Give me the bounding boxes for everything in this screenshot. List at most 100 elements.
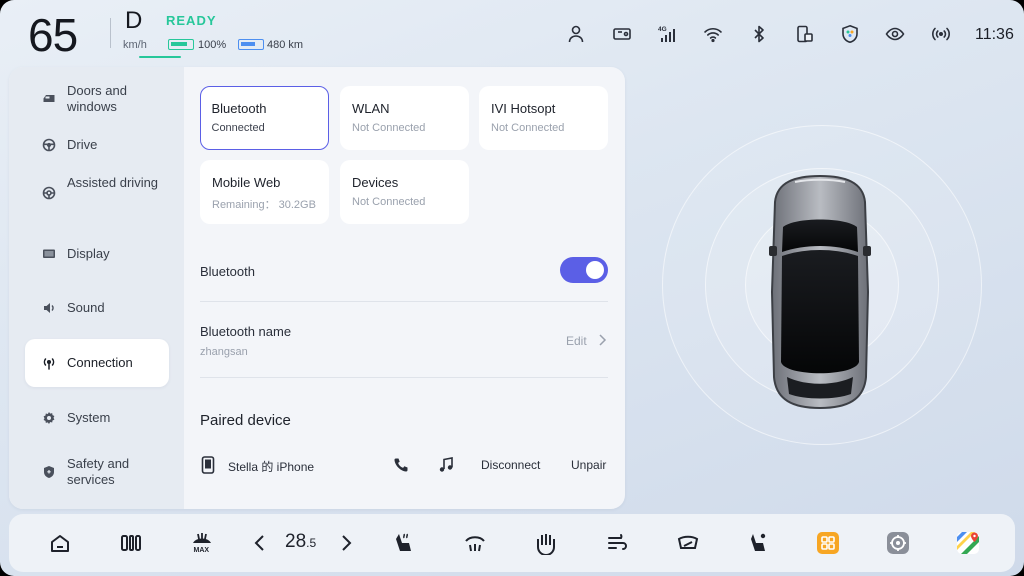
bluetooth-toggle[interactable] (560, 257, 608, 283)
disconnect-button[interactable]: Disconnect (481, 458, 540, 472)
range-icon (238, 39, 264, 50)
tile-title: Mobile Web (212, 175, 281, 190)
tile-title: Bluetooth (211, 100, 267, 116)
person-icon[interactable] (564, 22, 588, 46)
divider (200, 301, 608, 302)
sidebar-item-label: Display (67, 246, 110, 261)
battery-level: 100% (198, 39, 227, 51)
air-recirculation-button[interactable] (604, 530, 630, 556)
bottom-dock: MAX 28.5 (9, 514, 1015, 572)
gear-indicator: D (125, 7, 143, 34)
shield-icon[interactable] (838, 22, 862, 46)
home-button[interactable] (47, 530, 73, 556)
tile-wlan[interactable]: WLAN Not Connected (340, 86, 469, 150)
range-readout: 480 km (267, 39, 304, 51)
split-screen-button[interactable] (118, 530, 144, 556)
unpair-button[interactable]: Unpair (571, 458, 606, 472)
wifi-icon[interactable] (701, 22, 725, 46)
front-defrost-button[interactable] (462, 530, 488, 556)
wiper-button[interactable] (675, 530, 701, 556)
sidebar-item-label: Doors and windows (67, 83, 127, 114)
eye-icon[interactable] (883, 22, 907, 46)
phone-screen-icon[interactable] (793, 22, 817, 46)
tile-status: Not Connected (491, 122, 565, 134)
temperature-decimal: .5 (306, 536, 317, 550)
car-door-icon (41, 91, 57, 107)
settings-button[interactable] (885, 530, 911, 556)
sidebar-item-system[interactable]: System (25, 394, 169, 442)
sidebar-item-assisted-driving[interactable]: Assisted driving (25, 169, 169, 217)
broadcast-icon[interactable] (929, 22, 953, 46)
phone-icon (201, 456, 215, 474)
sidebar-item-doors-and-windows[interactable]: Doors and windows (25, 75, 169, 123)
ready-status: READY (166, 13, 217, 28)
tile-title: Devices (352, 175, 399, 190)
speed-indicator-bar (139, 56, 181, 58)
seat-heat-icon (396, 533, 411, 551)
car-top-view-icon (769, 174, 871, 410)
seat-heat-button[interactable] (391, 530, 417, 556)
temp-up-button[interactable] (333, 530, 359, 556)
apps-button[interactable] (815, 530, 841, 556)
max-defrost-icon: MAX (193, 533, 211, 554)
sidebar-item-label: Drive (67, 137, 98, 152)
tile-status: Not Connected (352, 196, 426, 208)
edit-name-button[interactable]: Edit (566, 334, 587, 348)
clock: 11:36 (975, 26, 1014, 43)
max-defrost-button[interactable]: MAX (189, 530, 215, 556)
battery-icon (168, 39, 194, 50)
tile-status: Not Connected (352, 122, 426, 134)
tile-bluetooth[interactable]: Bluetooth Connected (200, 86, 329, 150)
call-icon[interactable] (392, 456, 410, 474)
speed-readout: 65 (28, 9, 78, 61)
temperature-value: 28 (285, 531, 307, 552)
sidebar-item-sound[interactable]: Sound (25, 284, 169, 332)
settings-sidebar: Doors and windows Drive Assisted driving… (9, 67, 184, 509)
music-icon[interactable] (437, 456, 455, 474)
speaker-icon (41, 300, 57, 316)
sidebar-item-label: Connection (67, 355, 133, 370)
dashcam-icon[interactable] (610, 22, 634, 46)
speed-unit: km/h (123, 39, 147, 51)
display-icon (41, 246, 57, 262)
tile-devices[interactable]: Devices Not Connected (340, 160, 469, 224)
bluetooth-toggle-label: Bluetooth (200, 264, 255, 279)
temp-down-button[interactable] (247, 530, 273, 556)
map-icon (957, 532, 979, 554)
apps-grid-icon (817, 532, 839, 554)
steering-wheel-icon (41, 137, 57, 153)
chevron-left-icon (254, 535, 264, 551)
bluetooth-icon[interactable] (747, 22, 771, 46)
maps-button[interactable] (955, 530, 981, 556)
vehicle-view (650, 120, 990, 450)
seat-ventilation-button[interactable] (746, 530, 772, 556)
status-bar: 65 D km/h READY 100% 480 km 4G 11:36 (0, 0, 1024, 66)
tile-ivi-hotspot[interactable]: IVI Hotsopt Not Connected (479, 86, 608, 150)
rear-defrost-button[interactable] (533, 530, 559, 556)
sidebar-item-label: Sound (67, 300, 105, 315)
windshield-icon (677, 535, 699, 549)
divider (200, 377, 608, 378)
front-defrost-icon (465, 536, 485, 552)
bluetooth-name-label: Bluetooth name (200, 324, 292, 339)
4g-signal-icon: 4G (655, 22, 679, 46)
tile-title: IVI Hotsopt (491, 101, 556, 116)
sidebar-item-connection[interactable]: Connection (25, 339, 169, 387)
paired-device-row[interactable]: Stella 的 iPhone Disconnect Unpair (200, 455, 608, 475)
sidebar-item-drive[interactable]: Drive (25, 121, 169, 169)
sidebar-item-safety-and-services[interactable]: Safety and services (25, 448, 169, 496)
tile-mobile-web[interactable]: Mobile Web Remaining： 30.2GB (200, 160, 329, 224)
settings-panel: Doors and windows Drive Assisted driving… (9, 67, 625, 509)
screen: 65 D km/h READY 100% 480 km 4G 11:36 Doo… (0, 0, 1024, 576)
tile-title: WLAN (352, 101, 390, 116)
chevron-right-icon[interactable] (596, 333, 608, 347)
sidebar-item-display[interactable]: Display (25, 230, 169, 278)
paired-device-title: Paired device (200, 412, 291, 429)
seat-icon (751, 533, 766, 551)
shield-icon (41, 464, 57, 480)
svg-text:MAX: MAX (194, 547, 210, 554)
chevron-right-icon (342, 535, 352, 551)
status-icons: 4G (560, 22, 960, 46)
home-icon (51, 535, 69, 552)
split-screen-icon (121, 535, 141, 551)
